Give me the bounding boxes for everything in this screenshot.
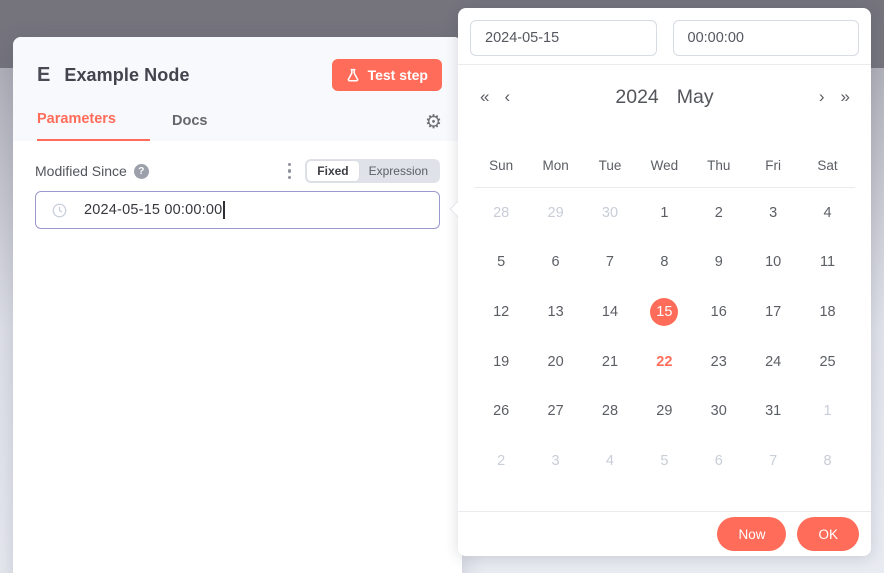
calendar-day-2[interactable]: 2: [692, 188, 746, 238]
calendar-day-2[interactable]: 2: [474, 436, 528, 486]
calendar-day-29[interactable]: 29: [528, 188, 582, 238]
day-header-wed: Wed: [637, 158, 691, 173]
calendar-day-19[interactable]: 19: [474, 337, 528, 387]
calendar-week: 12131415161718: [474, 287, 855, 337]
calendar-day-24[interactable]: 24: [746, 337, 800, 387]
calendar-day-26[interactable]: 26: [474, 386, 528, 436]
text-caret: [223, 201, 225, 219]
day-header-sun: Sun: [474, 158, 528, 173]
calendar-day-1[interactable]: 1: [637, 188, 691, 238]
datetime-value: 2024-05-15 00:00:00: [84, 202, 222, 218]
clock-icon: [52, 203, 67, 218]
calendar-day-8[interactable]: 8: [800, 436, 854, 486]
calendar-day-5[interactable]: 5: [637, 436, 691, 486]
calendar-day-8[interactable]: 8: [637, 238, 691, 288]
test-step-label: Test step: [368, 67, 428, 83]
calendar-day-30[interactable]: 30: [583, 188, 637, 238]
calendar-day-12[interactable]: 12: [474, 287, 528, 337]
calendar-day-16[interactable]: 16: [692, 287, 746, 337]
calendar-day-18[interactable]: 18: [800, 287, 854, 337]
mode-expression-option[interactable]: Expression: [359, 161, 438, 181]
time-input[interactable]: [673, 20, 860, 56]
calendar-day-3[interactable]: 3: [528, 436, 582, 486]
calendar-day-13[interactable]: 13: [528, 287, 582, 337]
calendar-day-21[interactable]: 21: [583, 337, 637, 387]
node-title: Example Node: [64, 65, 189, 86]
nav-label: 2024 May: [510, 83, 819, 111]
calendar-day-25[interactable]: 25: [800, 337, 854, 387]
calendar-week: 19202122232425: [474, 337, 855, 387]
date-input[interactable]: [470, 20, 657, 56]
calendar-day-4[interactable]: 4: [583, 436, 637, 486]
calendar-week: 567891011: [474, 238, 855, 288]
day-header-thu: Thu: [692, 158, 746, 173]
day-header-fri: Fri: [746, 158, 800, 173]
now-button[interactable]: Now: [717, 517, 786, 551]
node-detail-panel: E Example Node Test step Parameters Docs…: [13, 37, 462, 573]
next-year-button[interactable]: »: [841, 83, 849, 111]
kebab-menu-icon[interactable]: [286, 161, 294, 182]
calendar-grid: 2829301234567891011121314151617181920212…: [474, 188, 855, 486]
calendar-day-30[interactable]: 30: [692, 386, 746, 436]
datepicker-footer: Now OK: [458, 511, 871, 556]
ok-button[interactable]: OK: [797, 517, 859, 551]
flask-icon: [346, 68, 360, 83]
test-step-button[interactable]: Test step: [332, 59, 442, 91]
year-label[interactable]: 2024: [615, 86, 658, 108]
calendar-day-7[interactable]: 7: [746, 436, 800, 486]
calendar-day-6[interactable]: 6: [528, 238, 582, 288]
datepicker-nav: « ‹ 2024May › »: [458, 65, 871, 111]
datepicker-inputs: [458, 8, 871, 65]
prev-year-button[interactable]: «: [480, 83, 488, 111]
help-icon[interactable]: ?: [134, 164, 149, 179]
parameter-actions: Fixed Expression: [286, 159, 440, 183]
mode-fixed-option[interactable]: Fixed: [307, 161, 358, 181]
next-month-button[interactable]: ›: [819, 83, 825, 111]
calendar-day-28[interactable]: 28: [583, 386, 637, 436]
month-label[interactable]: May: [677, 86, 714, 108]
calendar-day-5[interactable]: 5: [474, 238, 528, 288]
calendar-day-14[interactable]: 14: [583, 287, 637, 337]
calendar-day-4[interactable]: 4: [800, 188, 854, 238]
tab-parameters[interactable]: Parameters: [37, 111, 150, 141]
datepicker-popover: « ‹ 2024May › » SunMonTueWedThuFriSat 28…: [458, 8, 871, 556]
day-headers: SunMonTueWedThuFriSat: [474, 158, 855, 188]
gear-icon[interactable]: ⚙: [425, 113, 442, 132]
calendar-day-29[interactable]: 29: [637, 386, 691, 436]
calendar-day-7[interactable]: 7: [583, 238, 637, 288]
calendar-week: 2345678: [474, 436, 855, 486]
calendar-day-10[interactable]: 10: [746, 238, 800, 288]
calendar-day-17[interactable]: 17: [746, 287, 800, 337]
calendar-week: 2627282930311: [474, 386, 855, 436]
calendar-day-6[interactable]: 6: [692, 436, 746, 486]
calendar-day-1[interactable]: 1: [800, 386, 854, 436]
calendar-day-20[interactable]: 20: [528, 337, 582, 387]
parameter-label: Modified Since: [35, 163, 127, 179]
calendar-day-9[interactable]: 9: [692, 238, 746, 288]
calendar-day-22[interactable]: 22: [637, 337, 691, 387]
parameter-row: Modified Since ? Fixed Expression: [35, 159, 440, 183]
node-title-row: E Example Node Test step: [37, 59, 442, 91]
calendar-day-3[interactable]: 3: [746, 188, 800, 238]
day-header-tue: Tue: [583, 158, 637, 173]
day-header-sat: Sat: [800, 158, 854, 173]
tabs-row: Parameters Docs ⚙: [37, 111, 442, 141]
calendar-day-31[interactable]: 31: [746, 386, 800, 436]
calendar-week: 2829301234: [474, 188, 855, 238]
calendar-day-23[interactable]: 23: [692, 337, 746, 387]
day-header-mon: Mon: [528, 158, 582, 173]
node-icon: E: [37, 64, 50, 87]
calendar-day-15[interactable]: 15: [637, 287, 691, 337]
datetime-input[interactable]: 2024-05-15 00:00:00: [35, 191, 440, 229]
node-panel-body: Modified Since ? Fixed Expression 2024-0…: [13, 141, 462, 247]
tab-docs[interactable]: Docs: [172, 113, 207, 141]
value-mode-toggle: Fixed Expression: [305, 159, 440, 183]
calendar-day-27[interactable]: 27: [528, 386, 582, 436]
node-panel-header: E Example Node Test step Parameters Docs…: [13, 37, 462, 141]
calendar-day-11[interactable]: 11: [800, 238, 854, 288]
calendar-day-28[interactable]: 28: [474, 188, 528, 238]
